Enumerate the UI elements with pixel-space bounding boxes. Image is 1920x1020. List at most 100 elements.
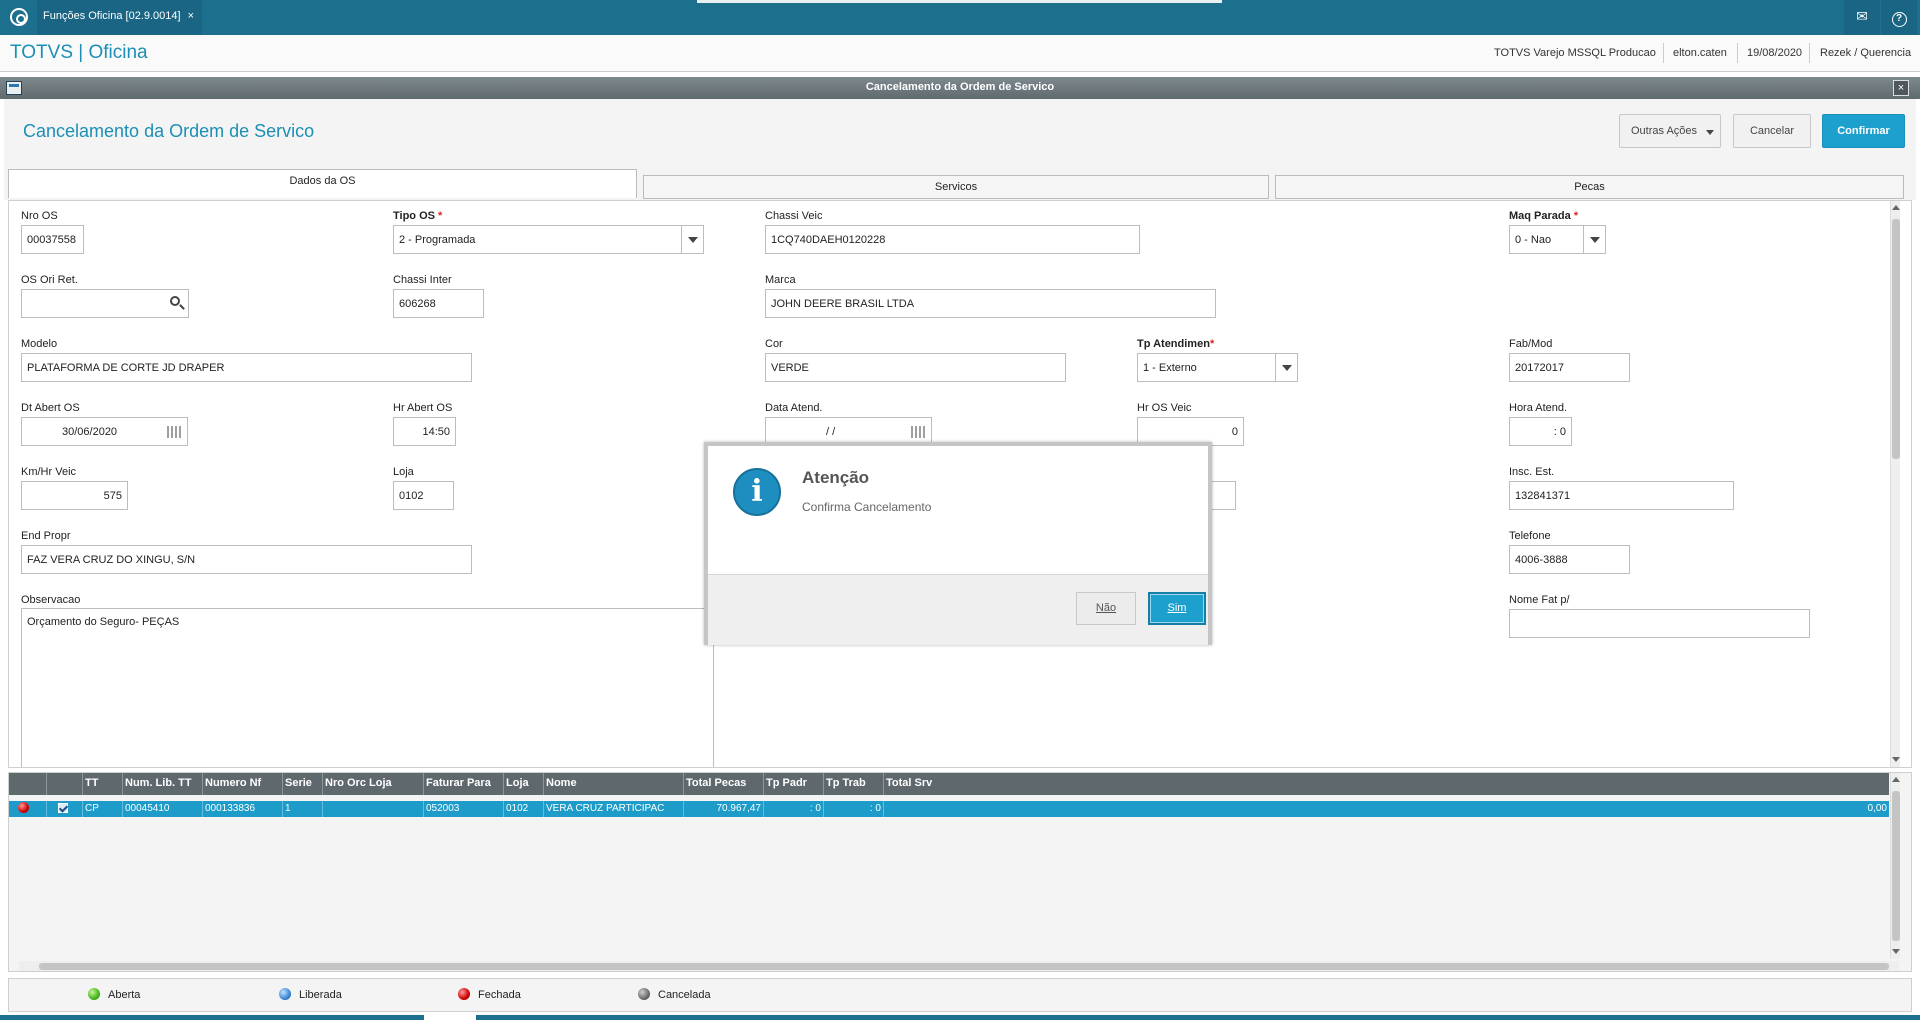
- no-button[interactable]: Não: [1076, 592, 1136, 625]
- app-header: TOTVS | Oficina TOTVS Varejo MSSQL Produ…: [0, 35, 1920, 72]
- dt-abert-os-label: Dt Abert OS: [21, 402, 80, 414]
- telefone-label: Telefone: [1509, 530, 1551, 542]
- calendar-icon[interactable]: [911, 426, 925, 438]
- cell-serie: 1: [283, 801, 323, 817]
- header-divider: [1809, 43, 1810, 63]
- mail-icon[interactable]: ✉: [1844, 0, 1880, 35]
- row-check-icon[interactable]: [47, 801, 83, 817]
- top-search-strip[interactable]: [697, 0, 1222, 3]
- col-total-srv[interactable]: Total Srv: [884, 773, 1889, 795]
- marca-input[interactable]: JOHN DEERE BRASIL LTDA: [765, 289, 1216, 318]
- modelo-input[interactable]: PLATAFORMA DE CORTE JD DRAPER: [21, 353, 472, 382]
- scrollbar-thumb[interactable]: [1892, 219, 1900, 459]
- os-ori-ret-input[interactable]: [21, 289, 189, 318]
- cell-nome: VERA CRUZ PARTICIPAC: [544, 801, 684, 817]
- km-hr-veic-input[interactable]: 575: [21, 481, 128, 510]
- hr-abert-os-input[interactable]: 14:50: [393, 417, 456, 446]
- window-title: Cancelamento da Ordem de Servico: [865, 81, 1055, 93]
- grid-horizontal-scrollbar[interactable]: [19, 961, 1899, 971]
- grid-vertical-scrollbar[interactable]: [1890, 773, 1900, 959]
- tab-dados-da-os[interactable]: Dados da OS: [8, 169, 637, 198]
- checkbox-icon[interactable]: [58, 803, 68, 813]
- col-check[interactable]: [47, 773, 83, 795]
- col-numero-nf[interactable]: Numero Nf: [203, 773, 283, 795]
- os-grid: TT Num. Lib. TT Numero Nf Serie Nro Orc …: [8, 772, 1912, 972]
- chevron-down-icon[interactable]: [1583, 226, 1605, 253]
- col-total-pecas[interactable]: Total Pecas: [684, 773, 764, 795]
- nro-os-label: Nro OS: [21, 210, 58, 222]
- dt-abert-os-input[interactable]: 30/06/2020: [21, 417, 188, 446]
- window-close-icon[interactable]: ×: [1893, 80, 1909, 96]
- confirm-button[interactable]: Confirmar: [1822, 114, 1905, 148]
- scroll-down-icon[interactable]: [1892, 949, 1900, 954]
- observacao-textarea[interactable]: Orçamento do Seguro- PEÇAS: [21, 608, 714, 767]
- scrollbar-thumb[interactable]: [39, 963, 1889, 970]
- insc-est-label: Insc. Est.: [1509, 466, 1555, 478]
- cancel-button[interactable]: Cancelar: [1733, 114, 1811, 148]
- col-num-lib-tt[interactable]: Num. Lib. TT: [123, 773, 203, 795]
- scroll-up-icon[interactable]: [1892, 777, 1900, 782]
- col-nome[interactable]: Nome: [544, 773, 684, 795]
- help-icon[interactable]: ?: [1881, 0, 1917, 35]
- app-tab[interactable]: Funções Oficina [02.9.0014] ×: [37, 0, 203, 35]
- scroll-up-icon[interactable]: [1892, 205, 1900, 210]
- cell-tp-padr: : 0: [764, 801, 824, 817]
- form-scrollbar[interactable]: [1890, 201, 1900, 767]
- nro-os-input[interactable]: 00037558: [21, 225, 84, 254]
- fab-mod-label: Fab/Mod: [1509, 338, 1553, 350]
- tab-servicos[interactable]: Servicos: [643, 175, 1269, 199]
- user-label: elton.caten: [1673, 47, 1727, 59]
- col-nro-orc-loja[interactable]: Nro Orc Loja: [323, 773, 424, 795]
- cor-label: Cor: [765, 338, 783, 350]
- insc-est-input[interactable]: 132841371: [1509, 481, 1734, 510]
- maq-parada-select[interactable]: 0 - Nao: [1509, 225, 1606, 254]
- company-label[interactable]: Rezek / Querencia: [1820, 47, 1911, 59]
- chevron-down-icon[interactable]: [681, 226, 703, 253]
- hora-atend-input[interactable]: : 0: [1509, 417, 1572, 446]
- tipo-os-select[interactable]: 2 - Programada: [393, 225, 704, 254]
- chevron-down-icon[interactable]: [1275, 354, 1297, 381]
- nome-fat-label: Nome Fat p/: [1509, 594, 1570, 606]
- table-row[interactable]: CP 00045410 000133836 1 052003 0102 VERA…: [9, 801, 1889, 817]
- loja-input[interactable]: 0102: [393, 481, 454, 510]
- fab-mod-input[interactable]: 20172017: [1509, 353, 1630, 382]
- legend-aberta: Aberta: [88, 988, 140, 1001]
- calendar-icon[interactable]: [167, 426, 181, 438]
- marca-label: Marca: [765, 274, 796, 286]
- grid-header: TT Num. Lib. TT Numero Nf Serie Nro Orc …: [9, 773, 1889, 795]
- cell-numero-nf: 000133836: [203, 801, 283, 817]
- window-title-bar: Cancelamento da Ordem de Servico ×: [0, 77, 1920, 99]
- other-actions-label: Outras Ações: [1631, 125, 1698, 137]
- nome-fat-input[interactable]: [1509, 609, 1810, 638]
- scroll-down-icon[interactable]: [1892, 757, 1900, 762]
- legend-fechada: Fechada: [458, 988, 521, 1001]
- row-status-icon: [9, 801, 47, 817]
- cor-input[interactable]: VERDE: [765, 353, 1066, 382]
- totvs-logo-icon[interactable]: [10, 8, 28, 26]
- green-status-icon: [88, 988, 100, 1001]
- col-tp-padr[interactable]: Tp Padr: [764, 773, 824, 795]
- col-loja[interactable]: Loja: [504, 773, 544, 795]
- col-serie[interactable]: Serie: [283, 773, 323, 795]
- col-tt[interactable]: TT: [83, 773, 123, 795]
- tipo-os-label: Tipo OS *: [393, 210, 443, 222]
- end-propr-input[interactable]: FAZ VERA CRUZ DO XINGU, S/N: [21, 545, 472, 574]
- col-tp-trab[interactable]: Tp Trab: [824, 773, 884, 795]
- chassi-inter-input[interactable]: 606268: [393, 289, 484, 318]
- tab-pecas[interactable]: Pecas: [1275, 175, 1904, 199]
- search-icon[interactable]: [170, 296, 180, 306]
- app-tab-close-icon[interactable]: ×: [188, 10, 194, 22]
- col-faturar-para[interactable]: Faturar Para: [424, 773, 504, 795]
- chassi-inter-label: Chassi Inter: [393, 274, 452, 286]
- col-status[interactable]: [9, 773, 47, 795]
- other-actions-button[interactable]: Outras Ações: [1619, 114, 1721, 148]
- legend-liberada: Liberada: [279, 988, 342, 1001]
- tp-atendimen-select[interactable]: 1 - Externo: [1137, 353, 1298, 382]
- gray-status-icon: [638, 988, 650, 1001]
- yes-button[interactable]: Sim: [1148, 592, 1206, 625]
- chassi-veic-input[interactable]: 1CQ740DAEH0120228: [765, 225, 1140, 254]
- scrollbar-thumb[interactable]: [1892, 791, 1900, 941]
- cell-num-lib-tt: 00045410: [123, 801, 203, 817]
- telefone-input[interactable]: 4006-3888: [1509, 545, 1630, 574]
- page-header: Cancelamento da Ordem de Servico Outras …: [4, 99, 1916, 165]
